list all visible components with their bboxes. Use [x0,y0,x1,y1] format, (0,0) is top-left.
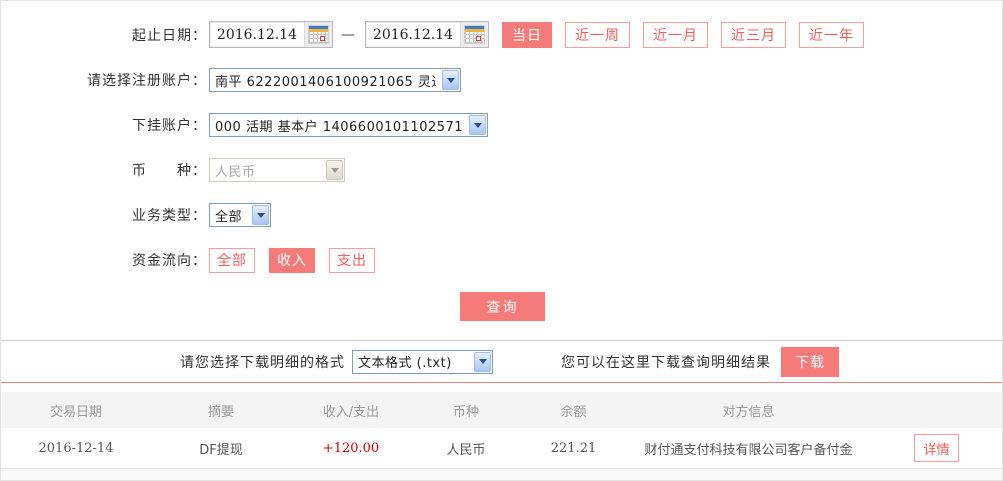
cell-counterparty: 财付通支付科技有限公司客户备付金 [644,442,853,458]
quick-range-today-button[interactable]: 当日 [502,21,552,48]
download-button[interactable]: 下载 [781,346,839,377]
query-button-row: 查询 [460,292,1002,321]
download-format-select[interactable]: 文本格式 (.txt) [352,349,493,374]
table-row: 2016-12-14 DF提现 +120.00 人民币 221.21 财付通支付… [1,428,1002,469]
fund-flow-income-button[interactable]: 收入 [269,247,315,273]
download-bar: 请您选择下载明细的格式 文本格式 (.txt) 您可以在这里下载查询明细结果 下… [1,341,1002,383]
cell-date: 2016-12-14 [38,440,114,456]
header-date: 交易日期 [49,404,102,420]
chevron-down-icon[interactable] [252,205,269,225]
header-balance: 余额 [560,404,587,420]
quick-range-year-button[interactable]: 近一年 [799,21,864,48]
cell-actions: 详情 [871,434,1002,462]
register-account-label: 请选择注册账户： [87,73,207,89]
quick-range-week-button[interactable]: 近一周 [565,21,630,48]
calendar-icon [464,25,485,44]
sub-account-row: 下挂账户： 000 活期 基本户 1406600101102571848 [1,112,1002,138]
cell-currency: 人民币 [446,442,486,458]
currency-label: 币 种： [132,163,207,179]
fund-flow-expense-button[interactable]: 支出 [329,247,375,273]
query-form: 起止日期： 2016.12.14 — 2016.12.14 当日 近一周 近一月… [1,1,1002,341]
footer-spacer [1,469,1002,480]
business-type-label: 业务类型： [132,208,207,224]
header-in-out: 收入/支出 [322,404,380,420]
chevron-down-icon[interactable] [474,351,491,372]
date-separator: — [341,26,355,43]
fund-flow-label: 资金流向： [132,253,207,269]
date-range-row: 起止日期： 2016.12.14 — 2016.12.14 当日 近一周 近一月… [1,21,1002,48]
header-summary: 摘要 [207,404,234,420]
register-account-row: 请选择注册账户： 南平 6222001406100921065 灵通卡 [1,67,1002,93]
quick-range-3months-button[interactable]: 近三月 [721,21,786,48]
calendar-icon [308,25,329,44]
fund-flow-all-button[interactable]: 全部 [209,247,255,273]
start-date-value[interactable]: 2016.12.14 [210,22,304,47]
sub-account-value: 000 活期 基本户 1406600101102571848 [215,119,463,135]
fund-flow-row: 资金流向： 全部 收入 支出 [1,247,1002,273]
start-date-calendar-button[interactable] [304,22,332,47]
sub-account-label: 下挂账户： [132,118,207,134]
date-range-label: 起止日期： [132,27,207,44]
chevron-down-icon[interactable] [442,70,459,90]
table-header-row: 交易日期 摘要 收入/支出 币种 余额 对方信息 [1,392,1002,428]
business-type-select[interactable]: 全部 [209,203,271,227]
start-date-input[interactable]: 2016.12.14 [209,21,333,48]
business-type-row: 业务类型： 全部 [1,202,1002,228]
chevron-down-icon [326,160,343,180]
cell-balance: 221.21 [550,440,597,456]
detail-button[interactable]: 详情 [914,434,959,462]
register-account-value: 南平 6222001406100921065 灵通卡 [215,74,436,90]
header-counterparty: 对方信息 [722,404,775,420]
currency-select: 人民币 [209,158,345,182]
cell-amount: +120.00 [322,440,380,456]
query-button[interactable]: 查询 [460,292,545,321]
download-format-label: 请您选择下载明细的格式 [180,354,345,371]
end-date-calendar-button[interactable] [460,22,488,47]
currency-row: 币 种： 人民币 [1,157,1002,183]
quick-range-month-button[interactable]: 近一月 [643,21,708,48]
register-account-select[interactable]: 南平 6222001406100921065 灵通卡 [209,68,461,92]
chevron-down-icon[interactable] [469,115,486,135]
download-format-value: 文本格式 (.txt) [358,356,452,371]
transaction-query-page: 起止日期： 2016.12.14 — 2016.12.14 当日 近一周 近一月… [0,0,1003,481]
header-currency: 币种 [452,404,479,420]
currency-value: 人民币 [215,164,256,180]
end-date-input[interactable]: 2016.12.14 [365,21,489,48]
download-hint: 您可以在这里下载查询明细结果 [561,354,771,371]
end-date-value[interactable]: 2016.12.14 [366,22,460,47]
results-table: 交易日期 摘要 收入/支出 币种 余额 对方信息 2016-12-14 DF提现… [1,392,1002,469]
cell-summary: DF提现 [199,442,243,458]
business-type-value: 全部 [215,209,243,225]
sub-account-select[interactable]: 000 活期 基本户 1406600101102571848 [209,113,488,137]
